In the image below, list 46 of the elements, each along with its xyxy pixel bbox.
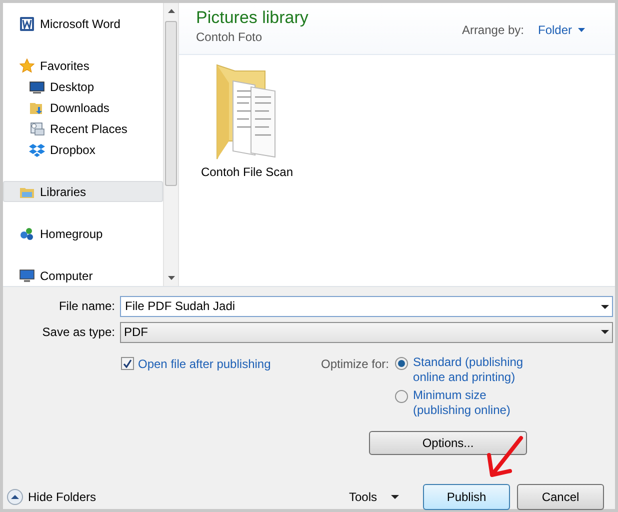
radio-label[interactable]: Minimum size (publishing online) — [413, 388, 544, 418]
sidebar-item[interactable]: Downloads — [3, 97, 163, 118]
save-as-type-dropdown[interactable]: PDF — [120, 322, 613, 342]
checkbox[interactable] — [121, 357, 134, 370]
check-icon — [123, 359, 132, 368]
cancel-button[interactable]: Cancel — [517, 484, 604, 510]
star-icon — [19, 58, 35, 74]
sidebar-item[interactable]: Desktop — [3, 76, 163, 97]
file-name-field[interactable]: File PDF Sudah Jadi — [120, 296, 613, 316]
options-button[interactable]: Options... — [369, 431, 528, 455]
optimize-label: Optimize for: — [321, 356, 390, 373]
file-name[interactable]: Contoh File Scan — [200, 163, 294, 181]
sidebar-item[interactable]: Favorites — [3, 55, 163, 76]
radio-label[interactable]: Standard (publishing online and printing) — [413, 355, 544, 385]
tools-dropdown[interactable]: Tools — [348, 488, 399, 506]
word-document-icon — [19, 16, 35, 32]
library-title: Pictures library — [196, 7, 308, 29]
dropdown-caret-icon — [601, 330, 609, 334]
boxes-icon — [29, 142, 45, 158]
caret-icon — [578, 28, 585, 32]
scroll-up-icon[interactable] — [168, 9, 174, 13]
publish-button[interactable]: Publish — [423, 484, 510, 510]
file-name-label: File name: — [58, 298, 116, 315]
hide-folders-button[interactable]: Hide Folders — [7, 488, 96, 506]
dropdown-caret-icon[interactable] — [601, 304, 609, 308]
arrange-dropdown[interactable]: Folder — [538, 21, 585, 39]
sidebar-item[interactable]: Microsoft Word — [3, 13, 163, 34]
library-subtitle: Contoh Foto — [196, 29, 264, 45]
network-spheres-icon — [19, 226, 35, 242]
scroll-thumb[interactable] — [165, 21, 177, 186]
sidebar-item[interactable]: Homegroup — [3, 223, 163, 244]
checkbox-label[interactable]: Open file after publishing — [138, 355, 271, 373]
arrange-label: Arrange by: — [462, 22, 524, 39]
caret-icon — [391, 495, 399, 499]
save-as-type-label: Save as type: — [41, 324, 116, 341]
sidebar-item[interactable]: Computer — [3, 265, 163, 286]
monitor-icon — [19, 268, 35, 284]
sidebar-item[interactable]: Libraries — [3, 181, 163, 202]
monitor-icon — [29, 78, 45, 94]
radio-button[interactable] — [395, 390, 408, 403]
scroll-down-icon[interactable] — [168, 276, 174, 280]
radio-button[interactable] — [395, 357, 408, 370]
sidebar-item[interactable]: Dropbox — [3, 139, 163, 160]
scrollbar[interactable] — [163, 3, 179, 286]
sidebar-item[interactable]: Recent Places — [3, 118, 163, 139]
chevron-up-icon — [7, 489, 23, 505]
